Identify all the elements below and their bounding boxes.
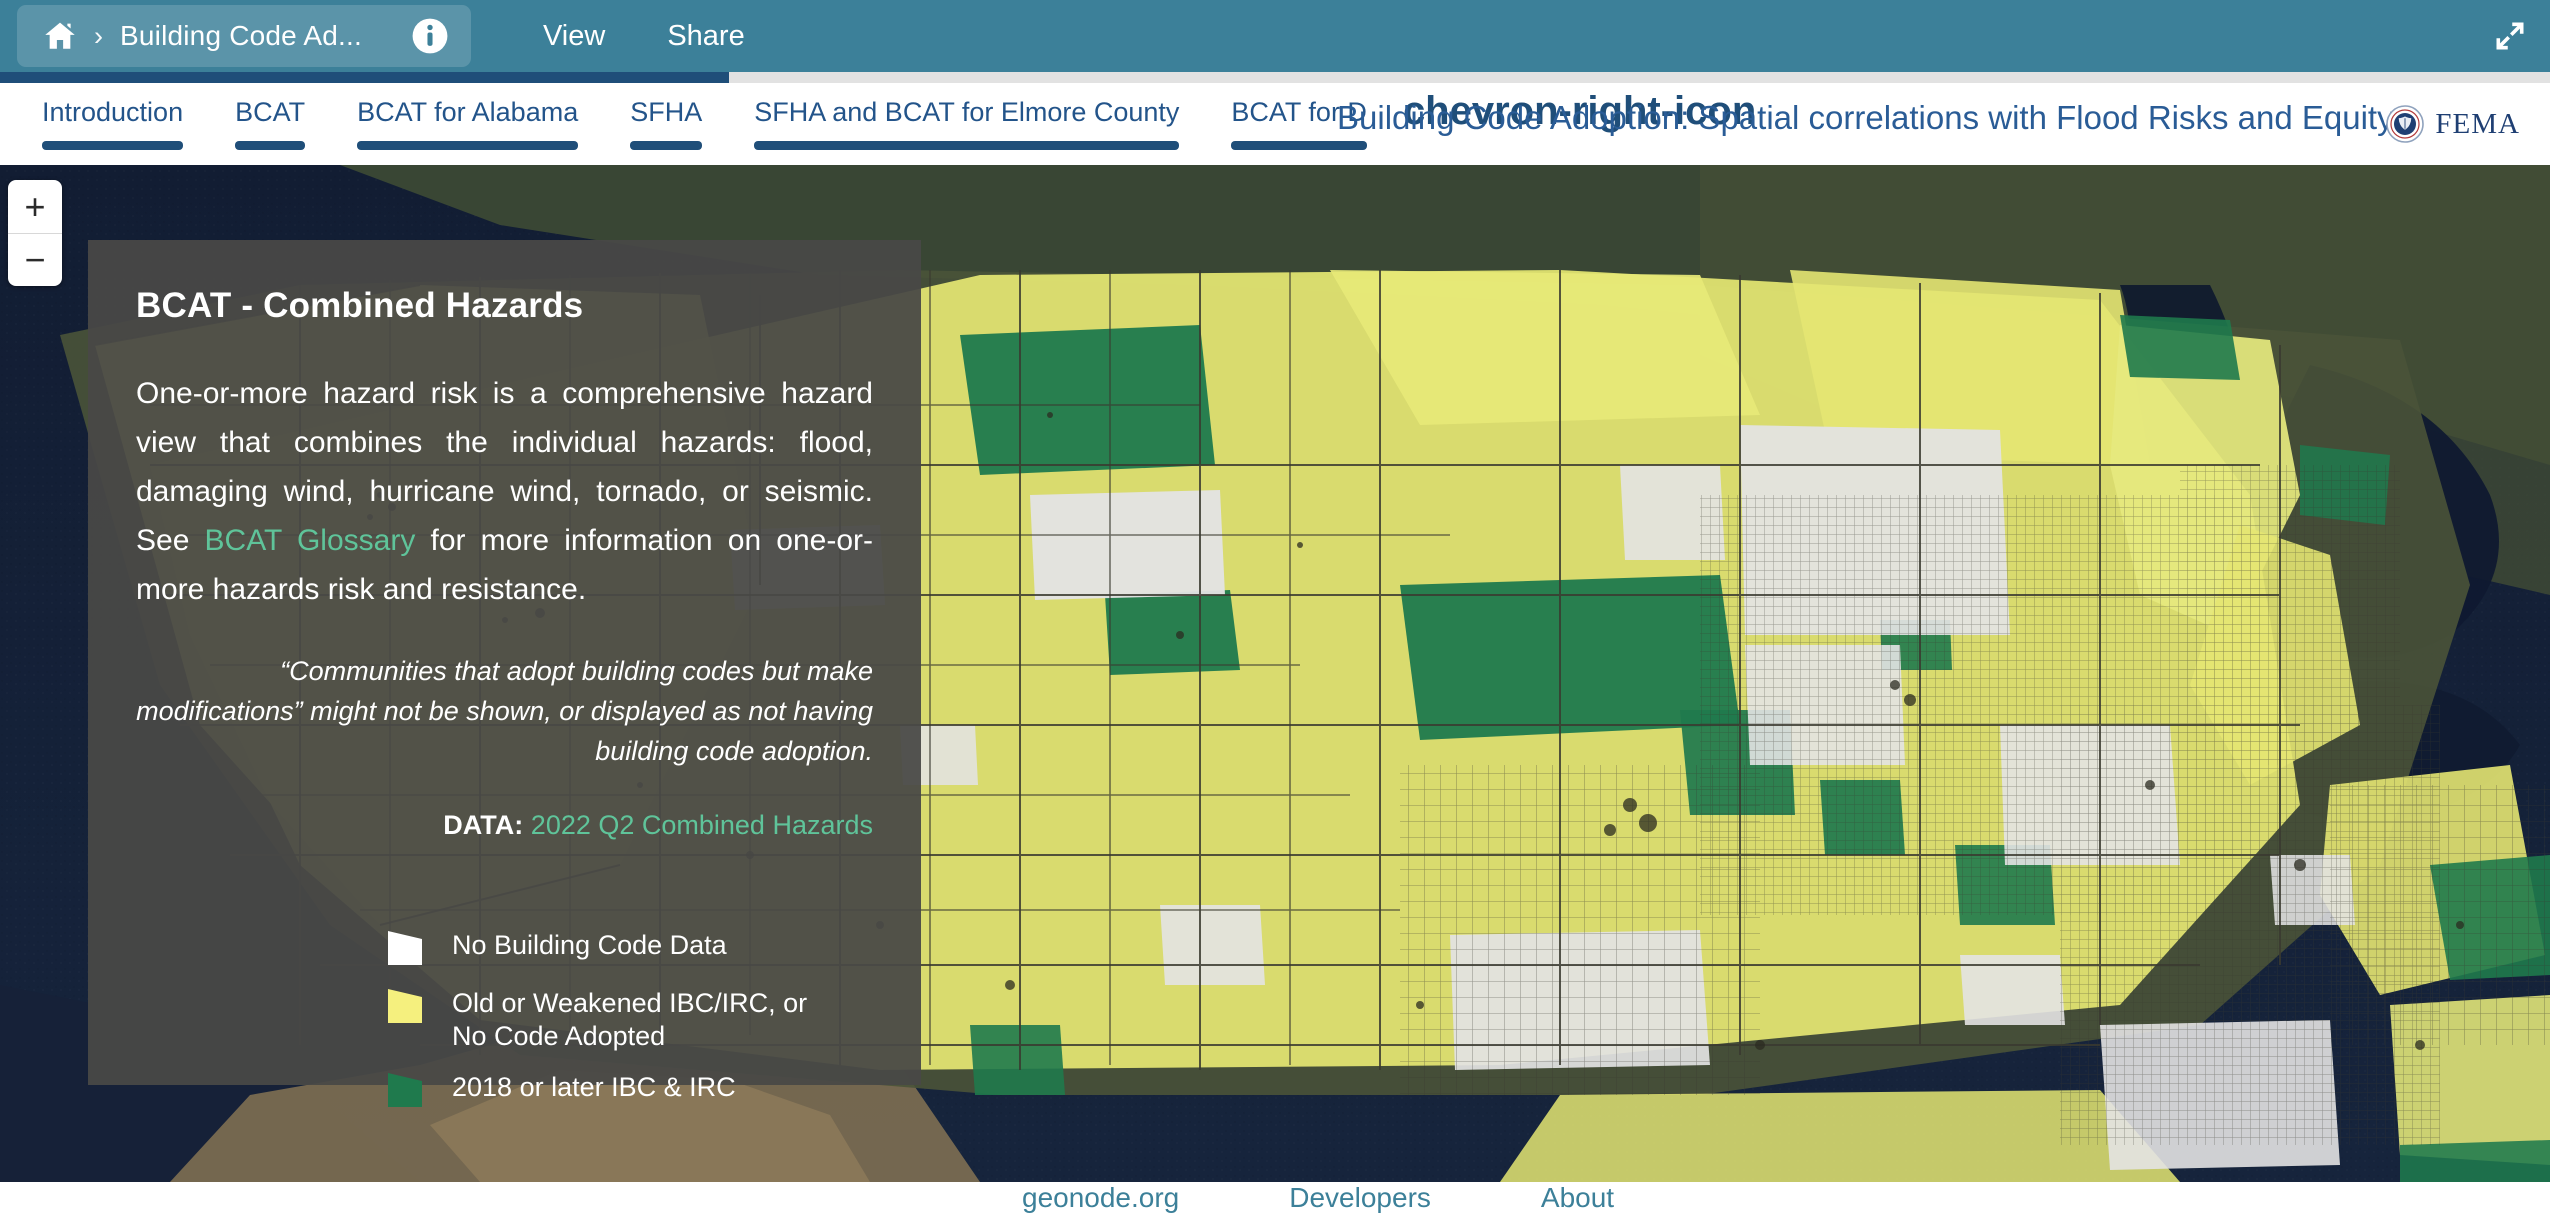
data-source-link[interactable]: 2022 Q2 Combined Hazards [531, 810, 873, 840]
tab-label: BCAT for Alabama [357, 97, 579, 127]
tab-label: SFHA and BCAT for Elmore County [754, 97, 1180, 127]
legend-item: No Building Code Data [384, 927, 873, 969]
view-menu[interactable]: View [543, 20, 605, 53]
page-title: Building Code Adoption: Spatial correlat… [1337, 99, 2394, 136]
tab-underline [42, 141, 184, 150]
tab-bcat-for-alabama[interactable]: BCAT for Alabama [331, 83, 604, 150]
home-icon[interactable] [43, 19, 77, 53]
legend-item: 2018 or later IBC & IRC [384, 1069, 873, 1111]
share-menu[interactable]: Share [667, 20, 744, 53]
app-header: › Building Code Ad... View Share [0, 0, 2550, 72]
legend-label: 2018 or later IBC & IRC [452, 1072, 736, 1103]
progress-track [0, 72, 2550, 83]
footer-link-about[interactable]: About [1541, 1182, 1614, 1214]
legend-item: Old or Weakened IBC/IRC, or No Code Adop… [384, 985, 873, 1053]
bcat-glossary-link[interactable]: BCAT Glossary [205, 524, 416, 557]
tab-label: SFHA [630, 97, 703, 127]
footer-link-developers[interactable]: Developers [1289, 1182, 1431, 1214]
panel-description: One-or-more hazard risk is a comprehensi… [136, 370, 873, 614]
map-legend: No Building Code Data Old or Weakened IB… [136, 927, 873, 1111]
fema-seal-icon [2386, 105, 2425, 143]
tab-introduction[interactable]: Introduction [16, 83, 209, 150]
expand-arrows-icon[interactable] [2492, 18, 2528, 54]
breadcrumb-separator: › [94, 20, 103, 51]
fema-logo: FEMA [2385, 104, 2520, 144]
legend-label: No Building Code Data [452, 930, 727, 961]
tab-sfha[interactable]: SFHA [604, 83, 728, 150]
panel-data-line: DATA: 2022 Q2 Combined Hazards [136, 810, 873, 841]
panel-title: BCAT - Combined Hazards [136, 286, 584, 325]
breadcrumb-title: Building Code Ad... [120, 20, 362, 51]
progress-fill [0, 72, 729, 83]
legend-swatch-old-code-icon [388, 989, 422, 1024]
legend-swatch-new-code-icon [388, 1073, 422, 1108]
story-tabbar: Introduction BCAT BCAT for Alabama SFHA … [0, 83, 2550, 165]
breadcrumb[interactable]: › Building Code Ad... [17, 5, 471, 67]
tab-underline [235, 141, 306, 150]
tab-label: BCAT [235, 97, 306, 127]
narrative-panel: BCAT - Combined Hazards One-or-more haza… [88, 240, 921, 1108]
zoom-in-button[interactable]: + [8, 180, 62, 233]
site-footer: geonode.org Developers About [0, 1182, 2550, 1214]
fema-wordmark: FEMA [2435, 107, 2520, 140]
panel-note: “Communities that adopt building codes b… [136, 656, 873, 767]
tab-underline [1231, 141, 1367, 150]
legend-swatch-no-data-icon [388, 931, 422, 966]
tab-sfha-and-bcat-for-elmore-county[interactable]: SFHA and BCAT for Elmore County [728, 83, 1205, 150]
footer-link-geonode[interactable]: geonode.org [1022, 1182, 1179, 1214]
tab-underline [630, 141, 703, 150]
zoom-control[interactable]: + − [8, 180, 62, 286]
legend-label: Old or Weakened IBC/IRC, or No Code Adop… [452, 988, 808, 1052]
data-label: DATA: [443, 810, 524, 841]
tab-underline [357, 141, 579, 150]
tab-underline [754, 141, 1180, 150]
info-circle-icon[interactable] [411, 17, 449, 55]
zoom-out-button[interactable]: − [8, 233, 62, 286]
tab-bcat[interactable]: BCAT [209, 83, 331, 150]
tab-label: Introduction [42, 97, 184, 127]
